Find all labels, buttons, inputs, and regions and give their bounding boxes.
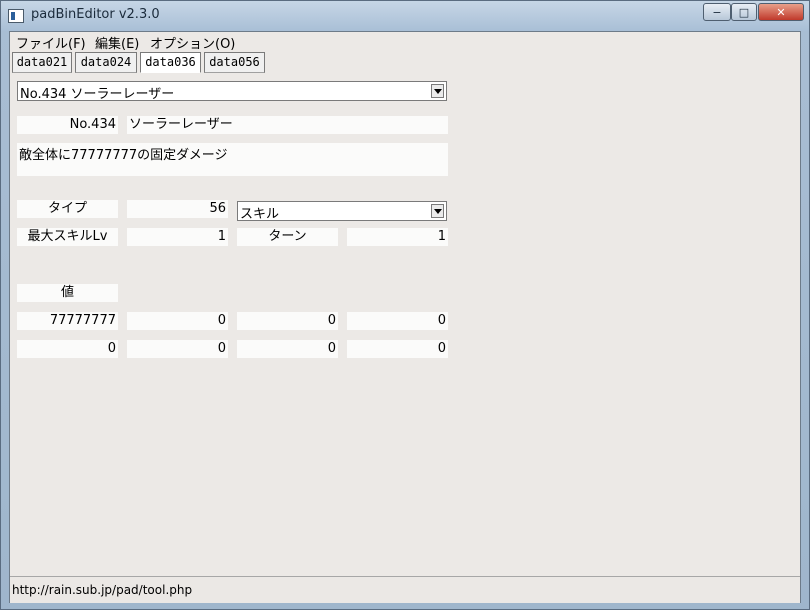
value-field[interactable]: 77777777 [17,312,118,330]
skill-id-label: No.434 [17,116,118,134]
values-label: 値 [17,284,118,302]
window-title: padBinEditor v2.3.0 [31,7,160,22]
app-icon [8,9,24,23]
skill-select[interactable]: No.434 ソーラーレーザー [17,81,447,102]
menu-file[interactable]: ファイル(F) [16,33,86,52]
status-url: http://rain.sub.jp/pad/tool.php [12,583,193,597]
client-area: ファイル(F) 編集(E) オプション(O) data021 data024 d… [9,31,801,603]
chevron-down-icon[interactable] [431,84,444,98]
type-label: タイプ [17,200,118,218]
tab-data021[interactable]: data021 [12,52,72,73]
type-category-value: スキル [240,207,280,222]
chevron-down-icon[interactable] [431,204,444,218]
menu-edit[interactable]: 編集(E) [95,33,139,52]
type-value-field[interactable]: 56 [127,200,228,218]
description-field[interactable]: 敵全体に77777777の固定ダメージ [17,143,448,176]
max-skill-level-field[interactable]: 1 [127,228,228,246]
value-field[interactable]: 0 [347,340,448,358]
maximize-button[interactable]: □ [731,3,757,21]
value-field[interactable]: 0 [347,312,448,330]
type-category-select[interactable]: スキル [237,201,447,222]
value-field[interactable]: 0 [17,340,118,358]
value-field[interactable]: 0 [127,312,228,330]
menu-bar: ファイル(F) 編集(E) オプション(O) [10,32,800,52]
skill-name-field[interactable]: ソーラーレーザー [127,116,448,134]
value-field[interactable]: 0 [127,340,228,358]
title-bar[interactable]: padBinEditor v2.3.0 − □ ✕ [1,1,809,31]
menu-options[interactable]: オプション(O) [150,33,235,52]
status-bar: http://rain.sub.jp/pad/tool.php [10,576,800,603]
turn-label: ターン [237,228,338,246]
minimize-button[interactable]: − [703,3,731,21]
app-window: padBinEditor v2.3.0 − □ ✕ ファイル(F) 編集(E) … [0,0,810,610]
tab-data056[interactable]: data056 [204,52,265,73]
value-field[interactable]: 0 [237,340,338,358]
close-button[interactable]: ✕ [758,3,804,21]
skill-select-value: No.434 ソーラーレーザー [20,87,175,102]
value-field[interactable]: 0 [237,312,338,330]
tab-data036[interactable]: data036 [140,52,201,73]
max-skill-level-label: 最大スキルLv [17,228,118,246]
tab-data024[interactable]: data024 [75,52,137,73]
turn-field[interactable]: 1 [347,228,448,246]
